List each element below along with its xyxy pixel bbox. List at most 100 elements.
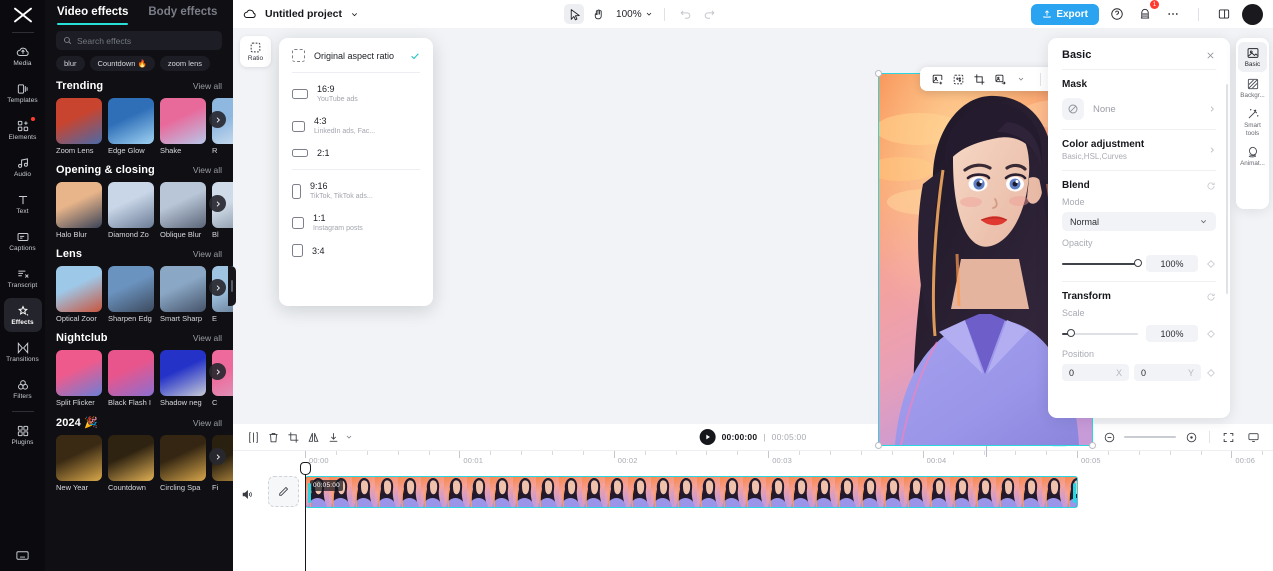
keyboard-shortcuts-icon[interactable] bbox=[15, 548, 30, 563]
view-all-link[interactable]: View all bbox=[193, 165, 222, 175]
scale-slider[interactable] bbox=[1062, 329, 1138, 337]
sidebar-item-templates[interactable]: Templates bbox=[4, 76, 42, 110]
crop-frame-icon[interactable] bbox=[283, 427, 303, 447]
sidebar-item-elements[interactable]: Elements bbox=[4, 113, 42, 147]
blend-mode-select[interactable]: Normal bbox=[1062, 212, 1216, 231]
carousel-next-icon[interactable] bbox=[209, 111, 226, 128]
opacity-slider-knob[interactable] bbox=[1134, 259, 1142, 267]
effect-card[interactable]: Shake bbox=[160, 98, 206, 155]
properties-panel-scrollbar[interactable] bbox=[1225, 84, 1228, 294]
search-effects-box[interactable] bbox=[56, 31, 222, 50]
carousel-next-icon[interactable] bbox=[209, 363, 226, 380]
effect-card[interactable]: Zoom Lens bbox=[56, 98, 102, 155]
tab-background[interactable]: Backgr... bbox=[1238, 73, 1267, 103]
play-icon[interactable] bbox=[699, 429, 716, 445]
playhead[interactable] bbox=[300, 462, 311, 571]
crop-icon[interactable] bbox=[970, 70, 988, 88]
close-icon[interactable] bbox=[1205, 50, 1216, 61]
delete-trash-icon[interactable] bbox=[263, 427, 283, 447]
split-marker-icon[interactable] bbox=[243, 427, 263, 447]
reset-icon[interactable] bbox=[1206, 292, 1216, 302]
keyframe-diamond-icon[interactable] bbox=[1206, 368, 1216, 378]
sidebar-item-filters[interactable]: Filters bbox=[4, 372, 42, 406]
keyframe-diamond-icon[interactable] bbox=[1206, 329, 1216, 339]
chevron-down-icon[interactable] bbox=[343, 427, 355, 447]
sidebar-item-media[interactable]: Media bbox=[4, 39, 42, 73]
preview-monitor-icon[interactable] bbox=[1243, 427, 1263, 447]
effect-card[interactable]: Circling Spa bbox=[160, 435, 206, 492]
tab-smart-tools[interactable]: Smart tools bbox=[1238, 103, 1267, 140]
search-input[interactable] bbox=[77, 35, 215, 46]
resize-handle-bottom-left[interactable] bbox=[875, 442, 882, 449]
help-circle-icon[interactable] bbox=[1107, 4, 1127, 24]
speaker-volume-icon[interactable] bbox=[241, 488, 254, 501]
tab-animation[interactable]: Animat... bbox=[1238, 141, 1267, 171]
export-button[interactable]: Export bbox=[1031, 3, 1099, 25]
ratio-option-16-9[interactable]: 16:9 YouTube ads bbox=[279, 78, 433, 110]
effect-card[interactable]: Oblique Blur bbox=[160, 182, 206, 239]
opacity-slider[interactable] bbox=[1062, 259, 1142, 267]
hand-pan-tool[interactable] bbox=[588, 4, 608, 24]
view-all-link[interactable]: View all bbox=[193, 81, 222, 91]
scale-slider-knob[interactable] bbox=[1067, 329, 1076, 337]
tab-video-effects[interactable]: Video effects bbox=[57, 6, 129, 25]
effect-card[interactable]: Edge Glow bbox=[108, 98, 154, 155]
clip-trim-handle-right[interactable] bbox=[1072, 483, 1076, 503]
redo-icon[interactable] bbox=[700, 4, 720, 24]
capcut-logo-icon[interactable] bbox=[0, 0, 45, 30]
ratio-option-9-16[interactable]: 9:16 TikTok, TikTok ads... bbox=[279, 175, 433, 207]
effect-card[interactable]: Halo Blur bbox=[56, 182, 102, 239]
sidebar-item-transitions[interactable]: Transitions bbox=[4, 335, 42, 369]
video-clip[interactable]: 00:05:00 bbox=[305, 476, 1078, 508]
position-x-field[interactable]: 0 X bbox=[1062, 364, 1129, 381]
zoom-out-icon[interactable] bbox=[1099, 427, 1119, 447]
chip-zoom-lens[interactable]: zoom lens bbox=[159, 56, 210, 71]
zoom-level-select[interactable]: 100% bbox=[616, 9, 653, 20]
add-image-icon[interactable] bbox=[928, 70, 946, 88]
sidebar-item-transcript[interactable]: Transcript bbox=[4, 261, 42, 295]
panel-layout-icon[interactable] bbox=[1214, 4, 1234, 24]
playhead-handle[interactable] bbox=[300, 462, 311, 475]
scale-value[interactable]: 100% bbox=[1146, 325, 1198, 342]
project-name-menu[interactable]: Untitled project bbox=[243, 7, 359, 21]
undo-icon[interactable] bbox=[676, 4, 696, 24]
mirror-flip-icon[interactable] bbox=[303, 427, 323, 447]
effect-card[interactable]: Optical Zoor bbox=[56, 266, 102, 323]
carousel-next-icon[interactable] bbox=[209, 448, 226, 465]
ratio-option-2-1[interactable]: 2:1 bbox=[279, 142, 433, 164]
edit-pencil-icon[interactable] bbox=[268, 476, 299, 507]
resize-handle-bottom-right[interactable] bbox=[1089, 442, 1096, 449]
chevron-down-icon[interactable] bbox=[1012, 70, 1030, 88]
cutout-icon[interactable] bbox=[949, 70, 967, 88]
effect-card[interactable]: Countdown bbox=[108, 435, 154, 492]
timeline-zoom-slider[interactable] bbox=[1124, 436, 1176, 438]
color-adjustment-row[interactable]: Color adjustment Basic,HSL,Curves bbox=[1062, 139, 1216, 161]
ratio-option-3-4[interactable]: 3:4 bbox=[279, 239, 433, 262]
chip-countdown[interactable]: Countdown 🔥 bbox=[89, 56, 155, 71]
sidebar-item-effects[interactable]: Effects bbox=[3, 298, 42, 332]
aspect-ratio-tool-button[interactable]: Ratio bbox=[240, 36, 271, 67]
zoom-in-icon[interactable] bbox=[1181, 427, 1201, 447]
ratio-option-original-aspect-ratio[interactable]: Original aspect ratio bbox=[279, 44, 433, 67]
timeline-ruler[interactable]: 00:00 00:01 00:02 00:03 00:04 00:05 00:06 bbox=[233, 450, 1273, 472]
position-y-field[interactable]: 0 Y bbox=[1134, 364, 1201, 381]
chevron-down-icon[interactable] bbox=[350, 10, 359, 19]
effect-card[interactable]: Split Flicker bbox=[56, 350, 102, 407]
sidebar-item-audio[interactable]: Audio bbox=[4, 150, 42, 184]
clip-trim-handle-left[interactable] bbox=[307, 483, 311, 503]
avatar[interactable] bbox=[1242, 3, 1263, 25]
effect-card[interactable]: Sharpen Edg bbox=[108, 266, 154, 323]
replace-icon[interactable] bbox=[991, 70, 1009, 88]
select-arrow-tool[interactable] bbox=[564, 4, 585, 24]
panel-collapse-handle[interactable] bbox=[228, 266, 236, 306]
carousel-next-icon[interactable] bbox=[209, 195, 226, 212]
opacity-value[interactable]: 100% bbox=[1146, 255, 1198, 272]
reset-icon[interactable] bbox=[1206, 181, 1216, 191]
sidebar-item-text[interactable]: Text bbox=[4, 187, 42, 221]
rotate-handle[interactable] bbox=[985, 446, 987, 457]
mask-selector[interactable]: None bbox=[1062, 98, 1216, 120]
tab-body-effects[interactable]: Body effects bbox=[148, 6, 217, 25]
more-horizontal-icon[interactable] bbox=[1163, 4, 1183, 24]
effect-card[interactable]: Smart Sharp bbox=[160, 266, 206, 323]
effect-card[interactable]: New Year bbox=[56, 435, 102, 492]
